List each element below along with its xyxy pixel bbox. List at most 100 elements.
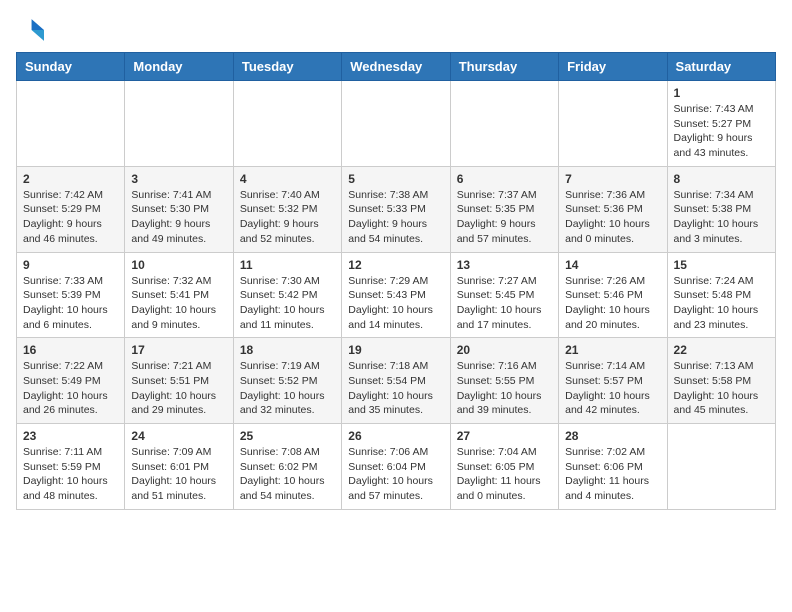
calendar-cell: 1Sunrise: 7:43 AM Sunset: 5:27 PM Daylig…: [667, 81, 775, 167]
day-number: 17: [131, 343, 226, 357]
day-info: Sunrise: 7:34 AM Sunset: 5:38 PM Dayligh…: [674, 188, 769, 247]
day-number: 28: [565, 429, 660, 443]
weekday-header-monday: Monday: [125, 53, 233, 81]
calendar-cell: 20 Sunrise: 7:16 AM Sunset: 5:55 PM Dayli…: [450, 338, 558, 424]
calendar-cell: 18 Sunrise: 7:19 AM Sunset: 5:52 PM Dayli…: [233, 338, 341, 424]
day-info: Sunrise: 7:06 AM Sunset: 6:04 PM Dayligh…: [348, 445, 443, 504]
calendar-week-5: 23 Sunrise: 7:11 AM Sunset: 5:59 PM Dayli…: [17, 424, 776, 510]
calendar-cell: 7 Sunrise: 7:36 AM Sunset: 5:36 PM Daylig…: [559, 166, 667, 252]
day-number: 5: [348, 172, 443, 186]
day-info: Sunrise: 7:13 AM Sunset: 5:58 PM Dayligh…: [674, 359, 769, 418]
weekday-header-thursday: Thursday: [450, 53, 558, 81]
calendar: SundayMondayTuesdayWednesdayThursdayFrid…: [16, 52, 776, 510]
weekday-header-tuesday: Tuesday: [233, 53, 341, 81]
day-info: Sunrise: 7:38 AM Sunset: 5:33 PM Dayligh…: [348, 188, 443, 247]
logo: [16, 16, 48, 44]
calendar-week-4: 16 Sunrise: 7:22 AM Sunset: 5:49 PM Dayli…: [17, 338, 776, 424]
weekday-header-friday: Friday: [559, 53, 667, 81]
day-number: 18: [240, 343, 335, 357]
day-number: 19: [348, 343, 443, 357]
day-info: Sunrise: 7:26 AM Sunset: 5:46 PM Dayligh…: [565, 274, 660, 333]
day-info: Sunrise: 7:33 AM Sunset: 5:39 PM Dayligh…: [23, 274, 118, 333]
day-info: Sunrise: 7:41 AM Sunset: 5:30 PM Dayligh…: [131, 188, 226, 247]
calendar-cell: [125, 81, 233, 167]
day-number: 1: [674, 86, 769, 100]
weekday-header-sunday: Sunday: [17, 53, 125, 81]
calendar-week-1: 1Sunrise: 7:43 AM Sunset: 5:27 PM Daylig…: [17, 81, 776, 167]
calendar-cell: [667, 424, 775, 510]
day-number: 25: [240, 429, 335, 443]
weekday-header-wednesday: Wednesday: [342, 53, 450, 81]
calendar-cell: [17, 81, 125, 167]
calendar-week-2: 2 Sunrise: 7:42 AM Sunset: 5:29 PM Daylig…: [17, 166, 776, 252]
day-number: 12: [348, 258, 443, 272]
day-number: 23: [23, 429, 118, 443]
day-number: 2: [23, 172, 118, 186]
day-info: Sunrise: 7:37 AM Sunset: 5:35 PM Dayligh…: [457, 188, 552, 247]
calendar-cell: 9 Sunrise: 7:33 AM Sunset: 5:39 PM Daylig…: [17, 252, 125, 338]
day-number: 9: [23, 258, 118, 272]
calendar-cell: 21 Sunrise: 7:14 AM Sunset: 5:57 PM Dayli…: [559, 338, 667, 424]
calendar-cell: 10 Sunrise: 7:32 AM Sunset: 5:41 PM Dayli…: [125, 252, 233, 338]
day-info: Sunrise: 7:29 AM Sunset: 5:43 PM Dayligh…: [348, 274, 443, 333]
calendar-cell: 14 Sunrise: 7:26 AM Sunset: 5:46 PM Dayli…: [559, 252, 667, 338]
calendar-cell: 27 Sunrise: 7:04 AM Sunset: 6:05 PM Dayli…: [450, 424, 558, 510]
day-number: 4: [240, 172, 335, 186]
day-info: Sunrise: 7:42 AM Sunset: 5:29 PM Dayligh…: [23, 188, 118, 247]
calendar-cell: 4 Sunrise: 7:40 AM Sunset: 5:32 PM Daylig…: [233, 166, 341, 252]
day-info: Sunrise: 7:22 AM Sunset: 5:49 PM Dayligh…: [23, 359, 118, 418]
calendar-cell: 26 Sunrise: 7:06 AM Sunset: 6:04 PM Dayli…: [342, 424, 450, 510]
day-number: 15: [674, 258, 769, 272]
calendar-cell: [233, 81, 341, 167]
calendar-cell: 17Sunrise: 7:21 AM Sunset: 5:51 PM Dayli…: [125, 338, 233, 424]
header: [16, 16, 776, 44]
day-number: 21: [565, 343, 660, 357]
day-info: Sunrise: 7:09 AM Sunset: 6:01 PM Dayligh…: [131, 445, 226, 504]
calendar-cell: 25 Sunrise: 7:08 AM Sunset: 6:02 PM Dayli…: [233, 424, 341, 510]
calendar-cell: [342, 81, 450, 167]
calendar-cell: 15Sunrise: 7:24 AM Sunset: 5:48 PM Dayli…: [667, 252, 775, 338]
day-number: 27: [457, 429, 552, 443]
day-number: 22: [674, 343, 769, 357]
day-number: 26: [348, 429, 443, 443]
day-number: 7: [565, 172, 660, 186]
day-info: Sunrise: 7:11 AM Sunset: 5:59 PM Dayligh…: [23, 445, 118, 504]
day-info: Sunrise: 7:04 AM Sunset: 6:05 PM Dayligh…: [457, 445, 552, 504]
calendar-cell: 6Sunrise: 7:37 AM Sunset: 5:35 PM Daylig…: [450, 166, 558, 252]
day-info: Sunrise: 7:14 AM Sunset: 5:57 PM Dayligh…: [565, 359, 660, 418]
calendar-cell: 3 Sunrise: 7:41 AM Sunset: 5:30 PM Daylig…: [125, 166, 233, 252]
calendar-header-row: SundayMondayTuesdayWednesdayThursdayFrid…: [17, 53, 776, 81]
day-info: Sunrise: 7:19 AM Sunset: 5:52 PM Dayligh…: [240, 359, 335, 418]
calendar-week-3: 9 Sunrise: 7:33 AM Sunset: 5:39 PM Daylig…: [17, 252, 776, 338]
day-info: Sunrise: 7:30 AM Sunset: 5:42 PM Dayligh…: [240, 274, 335, 333]
calendar-cell: [559, 81, 667, 167]
calendar-cell: 19 Sunrise: 7:18 AM Sunset: 5:54 PM Dayli…: [342, 338, 450, 424]
logo-icon: [16, 16, 44, 44]
calendar-cell: 13 Sunrise: 7:27 AM Sunset: 5:45 PM Dayli…: [450, 252, 558, 338]
day-number: 20: [457, 343, 552, 357]
day-number: 16: [23, 343, 118, 357]
weekday-header-saturday: Saturday: [667, 53, 775, 81]
calendar-cell: [450, 81, 558, 167]
day-number: 8: [674, 172, 769, 186]
day-number: 10: [131, 258, 226, 272]
calendar-cell: 23 Sunrise: 7:11 AM Sunset: 5:59 PM Dayli…: [17, 424, 125, 510]
day-info: Sunrise: 7:40 AM Sunset: 5:32 PM Dayligh…: [240, 188, 335, 247]
day-info: Sunrise: 7:32 AM Sunset: 5:41 PM Dayligh…: [131, 274, 226, 333]
calendar-cell: 24 Sunrise: 7:09 AM Sunset: 6:01 PM Dayli…: [125, 424, 233, 510]
day-number: 24: [131, 429, 226, 443]
calendar-cell: 8 Sunrise: 7:34 AM Sunset: 5:38 PM Daylig…: [667, 166, 775, 252]
day-number: 11: [240, 258, 335, 272]
day-info: Sunrise: 7:27 AM Sunset: 5:45 PM Dayligh…: [457, 274, 552, 333]
calendar-cell: 28 Sunrise: 7:02 AM Sunset: 6:06 PM Dayli…: [559, 424, 667, 510]
day-info: Sunrise: 7:08 AM Sunset: 6:02 PM Dayligh…: [240, 445, 335, 504]
calendar-cell: 11 Sunrise: 7:30 AM Sunset: 5:42 PM Dayli…: [233, 252, 341, 338]
day-info: Sunrise: 7:18 AM Sunset: 5:54 PM Dayligh…: [348, 359, 443, 418]
day-number: 14: [565, 258, 660, 272]
day-number: 13: [457, 258, 552, 272]
day-info: Sunrise: 7:36 AM Sunset: 5:36 PM Dayligh…: [565, 188, 660, 247]
day-number: 3: [131, 172, 226, 186]
day-info: Sunrise: 7:16 AM Sunset: 5:55 PM Dayligh…: [457, 359, 552, 418]
day-info: Sunrise: 7:02 AM Sunset: 6:06 PM Dayligh…: [565, 445, 660, 504]
calendar-cell: 12 Sunrise: 7:29 AM Sunset: 5:43 PM Dayli…: [342, 252, 450, 338]
